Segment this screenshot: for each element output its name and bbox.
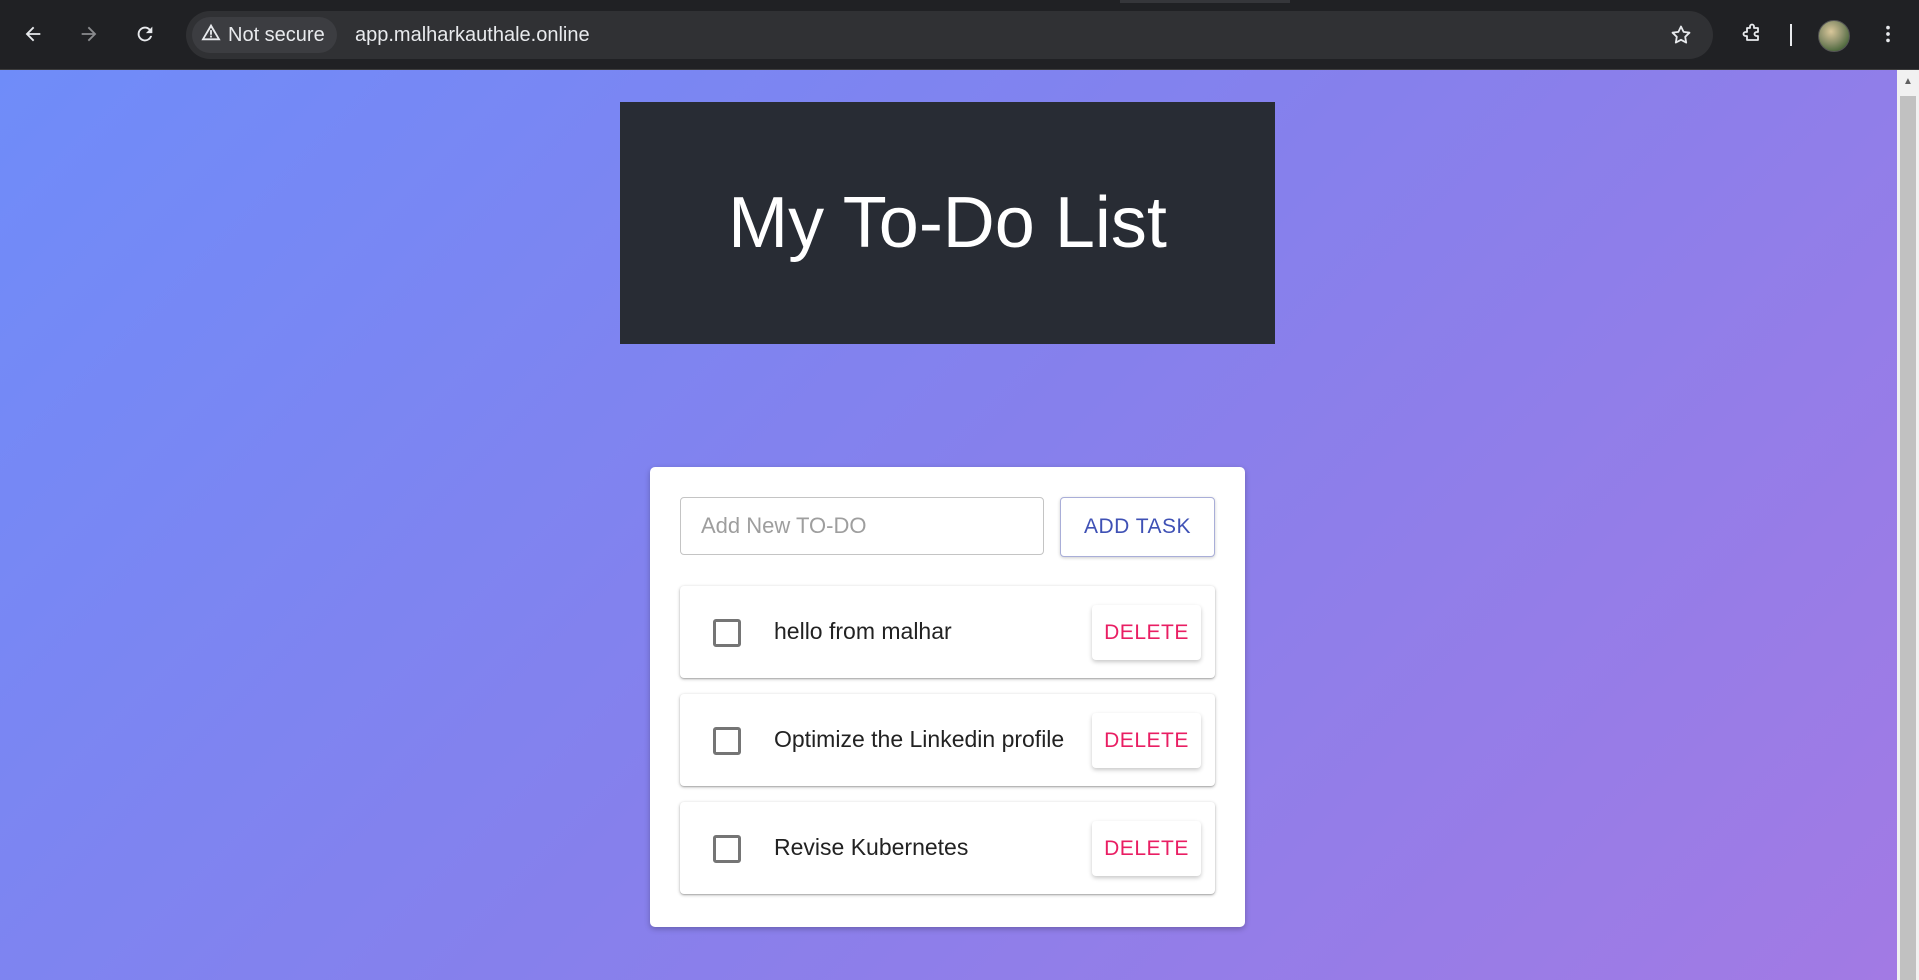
todo-text: hello from malhar <box>774 618 952 644</box>
star-icon[interactable] <box>1663 17 1699 53</box>
todo-card: ADD TASK hello from malhar DELETE Optimi… <box>650 467 1245 927</box>
todo-text: Optimize the Linkedin profile <box>774 726 1065 752</box>
back-arrow-icon[interactable] <box>13 14 53 54</box>
page-viewport: My To-Do List ADD TASK hello from malhar… <box>0 70 1897 980</box>
page-scrollbar[interactable]: ▲ <box>1897 70 1919 980</box>
todo-item: hello from malhar DELETE <box>680 586 1215 678</box>
browser-toolbar: Not secure app.malharkauthale.online <box>0 0 1919 70</box>
todo-checkbox[interactable] <box>713 835 741 863</box>
scrollbar-thumb[interactable] <box>1900 96 1916 980</box>
toolbar-divider <box>1790 24 1792 46</box>
todo-item: Optimize the Linkedin profile DELETE <box>680 694 1215 786</box>
delete-button[interactable]: DELETE <box>1092 605 1201 660</box>
url-text[interactable]: app.malharkauthale.online <box>355 24 590 47</box>
page-header: My To-Do List <box>620 102 1275 344</box>
todo-checkbox[interactable] <box>713 727 741 755</box>
security-label: Not secure <box>228 23 325 46</box>
scroll-up-icon[interactable]: ▲ <box>1897 70 1919 92</box>
todo-item: Revise Kubernetes DELETE <box>680 802 1215 894</box>
delete-button[interactable]: DELETE <box>1092 713 1201 768</box>
avatar[interactable] <box>1818 20 1850 52</box>
tab-strip-edge <box>1120 0 1290 3</box>
puzzle-icon[interactable] <box>1733 14 1773 54</box>
forward-arrow-icon[interactable] <box>69 14 109 54</box>
security-indicator[interactable]: Not secure <box>192 17 337 53</box>
todo-checkbox[interactable] <box>713 619 741 647</box>
add-task-button[interactable]: ADD TASK <box>1060 497 1215 557</box>
page-title: My To-Do List <box>728 183 1167 263</box>
todo-text: Revise Kubernetes <box>774 834 969 860</box>
new-todo-input[interactable] <box>680 497 1044 555</box>
warning-icon <box>200 21 222 49</box>
kebab-menu-icon[interactable] <box>1868 14 1908 54</box>
delete-button[interactable]: DELETE <box>1092 821 1201 876</box>
address-bar[interactable]: Not secure app.malharkauthale.online <box>186 11 1713 59</box>
reload-icon[interactable] <box>125 14 165 54</box>
